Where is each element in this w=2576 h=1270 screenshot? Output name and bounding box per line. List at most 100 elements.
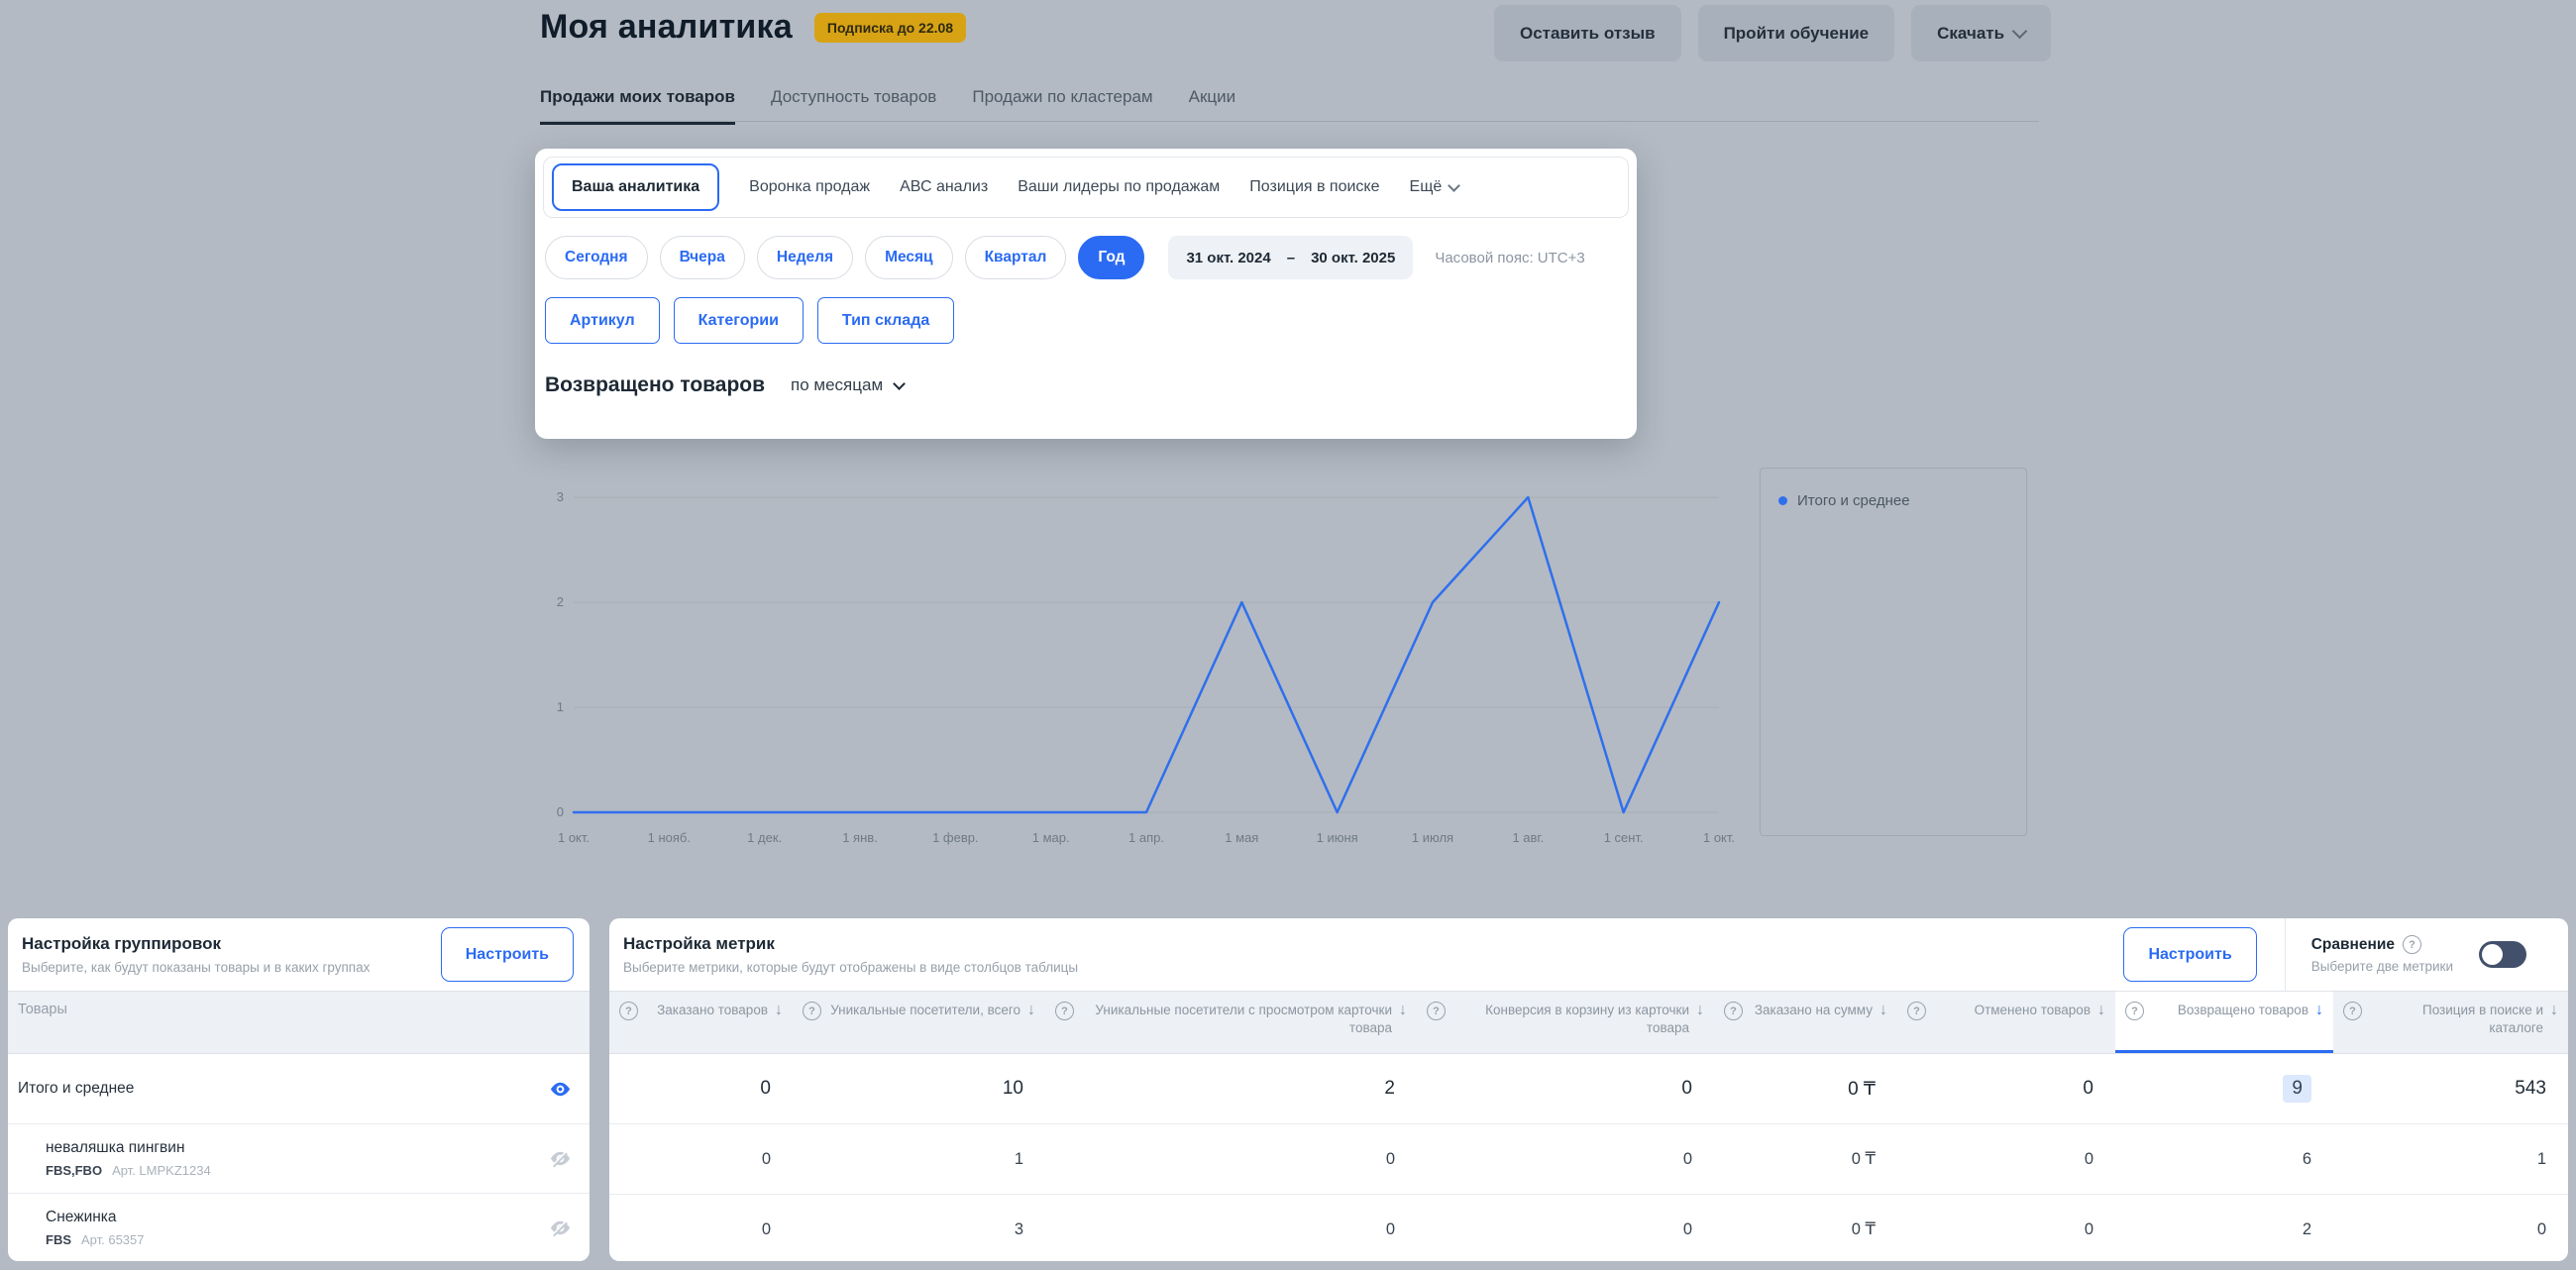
sort-arrow-icon[interactable]: ↓ bbox=[775, 1003, 783, 1018]
eye-hidden-icon[interactable] bbox=[549, 1147, 572, 1170]
metrics-header: Настройка метрик Выберите метрики, котор… bbox=[609, 918, 2568, 991]
total-row-label: Итого и среднее bbox=[18, 1080, 134, 1098]
feedback-button[interactable]: Оставить отзыв bbox=[1494, 5, 1681, 61]
groupings-subtitle: Выберите, как будут показаны товары и в … bbox=[22, 960, 370, 975]
subtab-more[interactable]: Ещё bbox=[1410, 178, 1459, 196]
cell: 0 bbox=[1417, 1195, 1714, 1261]
page-header: Моя аналитика Подписка до 22.08 bbox=[540, 8, 966, 47]
legend-dot-icon bbox=[1778, 496, 1787, 505]
feedback-button-label: Оставить отзыв bbox=[1520, 24, 1656, 44]
cell: 3 bbox=[793, 1195, 1045, 1261]
help-icon[interactable]: ? bbox=[2125, 1002, 2144, 1020]
filter-warehouse-type-button[interactable]: Тип склада bbox=[817, 297, 954, 344]
groupings-configure-button[interactable]: Настроить bbox=[441, 927, 574, 982]
download-button[interactable]: Скачать bbox=[1911, 5, 2051, 61]
cell: 0 bbox=[1897, 1054, 2115, 1123]
cell: 0 bbox=[1045, 1195, 1417, 1261]
subtab-your-analytics[interactable]: Ваша аналитика bbox=[552, 163, 719, 211]
tab-product-availability[interactable]: Доступность товаров bbox=[771, 87, 936, 125]
tab-cluster-sales[interactable]: Продажи по кластерам bbox=[972, 87, 1152, 125]
cell: 543 bbox=[2333, 1054, 2568, 1123]
svg-text:1 дек.: 1 дек. bbox=[747, 830, 782, 845]
cell: 0 bbox=[1897, 1124, 2115, 1194]
help-icon[interactable]: ? bbox=[2403, 935, 2421, 954]
cell: 0 ₸ bbox=[1714, 1195, 1897, 1261]
column-header-returned-items[interactable]: ?Возвращено товаров↓ bbox=[2115, 992, 2333, 1053]
sort-arrow-icon[interactable]: ↓ bbox=[1399, 1003, 1407, 1018]
period-quarter[interactable]: Квартал bbox=[965, 236, 1067, 279]
column-header-ordered-amount[interactable]: ?Заказано на сумму↓ bbox=[1714, 992, 1897, 1053]
groupings-header: Настройка группировок Выберите, как буду… bbox=[8, 918, 590, 991]
eye-visible-icon[interactable] bbox=[549, 1078, 572, 1101]
products-column-header: Товары bbox=[8, 991, 590, 1054]
legend-label: Итого и среднее bbox=[1797, 492, 1910, 509]
svg-text:1 июля: 1 июля bbox=[1412, 830, 1453, 845]
column-header-card-viewers[interactable]: ?Уникальные посетители с просмотром карт… bbox=[1045, 992, 1417, 1053]
eye-hidden-icon[interactable] bbox=[549, 1217, 572, 1239]
cell: 2 bbox=[2115, 1195, 2333, 1261]
product-name: Снежинка bbox=[46, 1209, 145, 1226]
chart-grouping-dropdown[interactable]: по месяцам bbox=[791, 375, 904, 395]
svg-text:1 нояб.: 1 нояб. bbox=[648, 830, 691, 845]
column-header-ordered-items[interactable]: ?Заказано товаров↓ bbox=[609, 992, 793, 1053]
sort-arrow-icon[interactable]: ↓ bbox=[1027, 1003, 1035, 1018]
subscription-badge: Подписка до 22.08 bbox=[814, 13, 966, 43]
help-icon[interactable]: ? bbox=[803, 1002, 821, 1020]
compare-hint: Выберите две метрики bbox=[2311, 959, 2453, 974]
column-header-unique-visitors[interactable]: ?Уникальные посетители, всего↓ bbox=[793, 992, 1045, 1053]
subtab-more-label: Ещё bbox=[1410, 178, 1443, 196]
subtab-abc-analysis[interactable]: АВС анализ bbox=[900, 178, 988, 196]
period-today[interactable]: Сегодня bbox=[545, 236, 648, 279]
period-year[interactable]: Год bbox=[1078, 236, 1144, 279]
date-range-picker[interactable]: 31 окт. 2024 – 30 окт. 2025 bbox=[1168, 236, 1413, 279]
tab-my-products-sales[interactable]: Продажи моих товаров bbox=[540, 87, 735, 125]
subtab-search-position[interactable]: Позиция в поиске bbox=[1249, 178, 1379, 196]
cell: 1 bbox=[793, 1124, 1045, 1194]
product-scheme: FBS,FBO bbox=[46, 1163, 102, 1178]
help-icon[interactable]: ? bbox=[1055, 1002, 1074, 1020]
legend-item-total[interactable]: Итого и среднее bbox=[1778, 492, 2026, 509]
sort-arrow-icon[interactable]: ↓ bbox=[2097, 1003, 2105, 1018]
svg-text:1 окт.: 1 окт. bbox=[1703, 830, 1735, 845]
cell: 0 bbox=[609, 1195, 793, 1261]
svg-text:1 окт.: 1 окт. bbox=[558, 830, 590, 845]
sort-arrow-icon[interactable]: ↓ bbox=[2315, 1003, 2323, 1018]
column-header-search-position[interactable]: ?Позиция в поиске и каталоге↓ bbox=[2333, 992, 2568, 1053]
svg-text:2: 2 bbox=[557, 594, 564, 609]
period-yesterday[interactable]: Вчера bbox=[660, 236, 745, 279]
date-from: 31 окт. 2024 bbox=[1186, 250, 1270, 266]
svg-text:1 апр.: 1 апр. bbox=[1128, 830, 1164, 845]
tab-promos[interactable]: Акции bbox=[1189, 87, 1236, 125]
subtab-sales-leaders[interactable]: Ваши лидеры по продажам bbox=[1018, 178, 1220, 196]
analytics-subtabs: Ваша аналитика Воронка продаж АВС анализ… bbox=[543, 157, 1629, 218]
period-week[interactable]: Неделя bbox=[757, 236, 853, 279]
compare-block: Сравнение ? Выберите две метрики bbox=[2311, 935, 2552, 974]
cell: 10 bbox=[793, 1054, 1045, 1123]
header-actions: Оставить отзыв Пройти обучение Скачать bbox=[1494, 5, 2051, 61]
sort-arrow-icon[interactable]: ↓ bbox=[1696, 1003, 1704, 1018]
metrics-row: 0 3 0 0 0 ₸ 0 2 0 bbox=[609, 1194, 2568, 1261]
training-button[interactable]: Пройти обучение bbox=[1698, 5, 1895, 61]
help-icon[interactable]: ? bbox=[1724, 1002, 1743, 1020]
sort-arrow-icon[interactable]: ↓ bbox=[1879, 1003, 1887, 1018]
metrics-configure-button[interactable]: Настроить bbox=[2123, 927, 2256, 982]
help-icon[interactable]: ? bbox=[619, 1002, 638, 1020]
filter-categories-button[interactable]: Категории bbox=[674, 297, 804, 344]
subtab-sales-funnel[interactable]: Воронка продаж bbox=[749, 178, 870, 196]
filter-sku-button[interactable]: Артикул bbox=[545, 297, 660, 344]
metrics-header-right: Настроить Сравнение ? Выберите две метри… bbox=[2123, 918, 2552, 991]
product-name: неваляшка пингвин bbox=[46, 1139, 211, 1157]
metrics-subtitle: Выберите метрики, которые будут отображе… bbox=[623, 960, 1078, 975]
sort-arrow-icon[interactable]: ↓ bbox=[2550, 1003, 2558, 1018]
help-icon[interactable]: ? bbox=[1427, 1002, 1446, 1020]
column-header-cart-conversion[interactable]: ?Конверсия в корзину из карточки товара↓ bbox=[1417, 992, 1714, 1053]
svg-text:1 мар.: 1 мар. bbox=[1032, 830, 1070, 845]
column-header-cancelled-items[interactable]: ?Отменено товаров↓ bbox=[1897, 992, 2115, 1053]
compare-toggle[interactable] bbox=[2479, 941, 2526, 968]
help-icon[interactable]: ? bbox=[1907, 1002, 1926, 1020]
analytics-screen: Моя аналитика Подписка до 22.08 Оставить… bbox=[0, 0, 2576, 1270]
tabs-divider bbox=[540, 121, 2039, 122]
period-month[interactable]: Месяц bbox=[865, 236, 953, 279]
download-button-label: Скачать bbox=[1937, 24, 2004, 44]
help-icon[interactable]: ? bbox=[2343, 1002, 2362, 1020]
